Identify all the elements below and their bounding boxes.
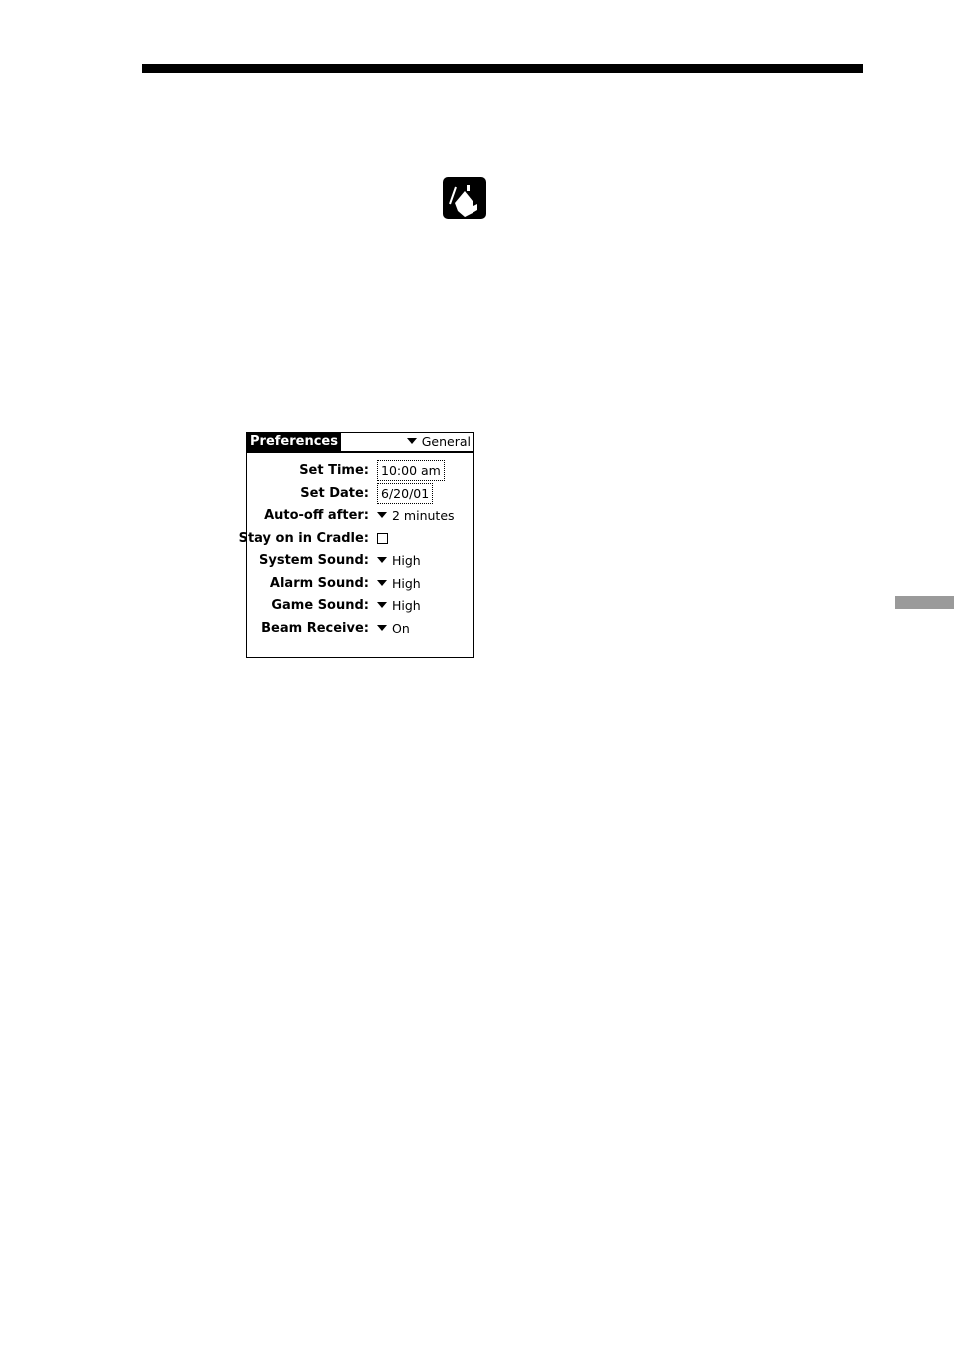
beam-receive-popup[interactable]: On — [377, 619, 410, 639]
dropdown-arrow-icon — [377, 512, 387, 518]
alarm-sound-popup[interactable]: High — [377, 574, 421, 594]
prefs-house-icon — [443, 177, 486, 219]
auto-off-label: Auto-off after: — [264, 508, 369, 523]
system-sound-label: System Sound: — [259, 553, 369, 568]
section-tab — [895, 596, 954, 609]
dropdown-arrow-icon — [377, 602, 387, 608]
beam-receive-label: Beam Receive: — [261, 621, 369, 636]
system-sound-popup[interactable]: High — [377, 551, 421, 571]
alarm-sound-value: High — [392, 576, 421, 591]
stay-on-cradle-checkbox-wrap[interactable] — [377, 529, 388, 549]
stay-on-cradle-label: Stay on in Cradle: — [238, 531, 369, 546]
dropdown-arrow-icon — [406, 438, 417, 444]
dropdown-arrow-icon — [377, 580, 387, 586]
game-sound-value: High — [392, 598, 421, 613]
title-bar: Preferences General — [247, 433, 473, 453]
form-title: Preferences — [247, 433, 341, 451]
alarm-sound-row: Alarm Sound: High — [247, 574, 473, 594]
beam-receive-row: Beam Receive: On — [247, 619, 473, 639]
system-sound-row: System Sound: High — [247, 551, 473, 571]
dropdown-arrow-icon — [377, 557, 387, 563]
set-time-row: Set Time: 10:00 am — [247, 460, 473, 481]
set-time-label: Set Time: — [299, 463, 369, 478]
header-rule — [142, 64, 863, 73]
stay-on-cradle-checkbox[interactable] — [377, 533, 388, 544]
game-sound-row: Game Sound: High — [247, 596, 473, 616]
auto-off-popup[interactable]: 2 minutes — [377, 506, 455, 526]
auto-off-value: 2 minutes — [392, 508, 455, 523]
alarm-sound-label: Alarm Sound: — [269, 576, 369, 591]
set-time-field[interactable]: 10:00 am — [377, 460, 445, 481]
category-label: General — [421, 434, 471, 449]
category-picker[interactable]: General — [406, 433, 471, 451]
set-date-field[interactable]: 6/20/01 — [377, 483, 434, 504]
beam-receive-value: On — [392, 621, 410, 636]
set-date-row: Set Date: 6/20/01 — [247, 483, 473, 504]
auto-off-row: Auto-off after: 2 minutes — [247, 506, 473, 526]
game-sound-label: Game Sound: — [271, 598, 369, 613]
preferences-screen: Preferences General Set Time: 10:00 am S… — [239, 432, 474, 658]
stay-on-cradle-row: Stay on in Cradle: — [239, 529, 473, 549]
set-date-label: Set Date: — [300, 486, 369, 501]
game-sound-popup[interactable]: High — [377, 596, 421, 616]
system-sound-value: High — [392, 553, 421, 568]
dropdown-arrow-icon — [377, 625, 387, 631]
